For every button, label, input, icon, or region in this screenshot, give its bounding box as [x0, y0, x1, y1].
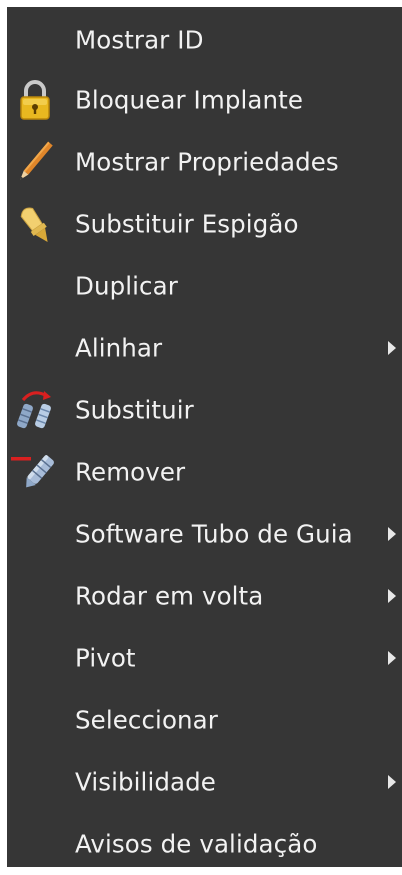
submenu-arrow-icon — [388, 775, 396, 789]
menu-item-label: Remover — [75, 457, 186, 487]
menu-item-duplicate[interactable]: Duplicar — [7, 255, 402, 317]
submenu-arrow-icon — [388, 589, 396, 603]
menu-item-visibility[interactable]: Visibilidade — [7, 751, 402, 813]
menu-item-show-id[interactable]: Mostrar ID — [7, 9, 402, 71]
submenu-arrow-icon — [388, 341, 396, 355]
menu-item-validation-warnings[interactable]: Avisos de validação — [7, 813, 402, 875]
menu-item-replace-abutment[interactable]: Substituir Espigão — [7, 193, 402, 255]
menu-item-guide-tube-software[interactable]: Software Tubo de Guia — [7, 503, 402, 565]
menu-item-label: Rodar em volta — [75, 581, 264, 611]
menu-item-label: Avisos de validação — [75, 829, 318, 859]
menu-item-label: Duplicar — [75, 271, 178, 301]
replace-implant-icon — [11, 386, 59, 434]
menu-item-pivot[interactable]: Pivot — [7, 627, 402, 689]
menu-item-remove[interactable]: Remover — [7, 441, 402, 503]
submenu-arrow-icon — [388, 651, 396, 665]
menu-item-align[interactable]: Alinhar — [7, 317, 402, 379]
menu-item-label: Software Tubo de Guia — [75, 519, 353, 549]
context-menu: Mostrar ID Bloquear Implante Mostrar Pro… — [0, 0, 402, 870]
menu-item-lock-implant[interactable]: Bloquear Implante — [7, 69, 402, 131]
menu-item-label: Substituir Espigão — [75, 209, 299, 239]
menu-item-label: Seleccionar — [75, 705, 218, 735]
remove-implant-icon — [11, 448, 59, 496]
pencil-icon — [11, 138, 59, 186]
menu-item-label: Pivot — [75, 643, 136, 673]
menu-item-label: Alinhar — [75, 333, 163, 363]
menu-item-select[interactable]: Seleccionar — [7, 689, 402, 751]
menu-item-label: Bloquear Implante — [75, 85, 304, 115]
submenu-arrow-icon — [388, 527, 396, 541]
menu-item-label: Substituir — [75, 395, 194, 425]
menu-item-show-properties[interactable]: Mostrar Propriedades — [7, 131, 402, 193]
menu-item-rotate-around[interactable]: Rodar em volta — [7, 565, 402, 627]
menu-item-label: Mostrar Propriedades — [75, 147, 339, 177]
menu-item-replace[interactable]: Substituir — [7, 379, 402, 441]
menu-item-label: Visibilidade — [75, 767, 216, 797]
abutment-icon — [11, 200, 59, 248]
context-menu-panel: Mostrar ID Bloquear Implante Mostrar Pro… — [7, 7, 402, 867]
lock-icon — [11, 76, 59, 124]
menu-item-label: Mostrar ID — [75, 25, 204, 55]
